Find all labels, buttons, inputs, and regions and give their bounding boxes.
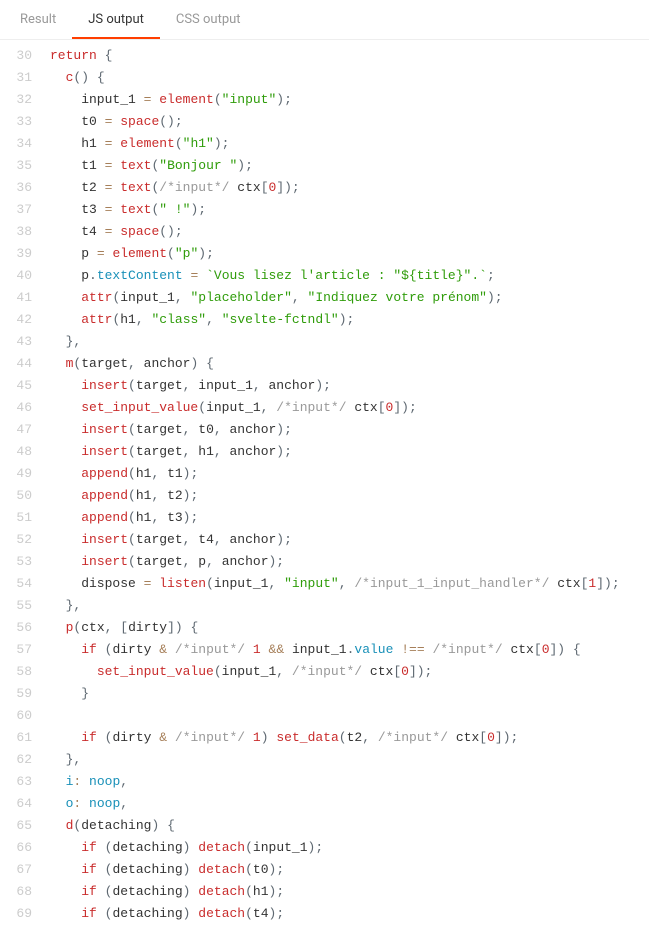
- tab-css-output[interactable]: CSS output: [160, 0, 257, 39]
- line-number: 36: [0, 177, 32, 199]
- code-editor[interactable]: 3031323334353637383940414243444546474849…: [0, 40, 649, 925]
- code-line[interactable]: p.textContent = `Vous lisez l'article : …: [50, 265, 649, 287]
- code-line[interactable]: append(h1, t3);: [50, 507, 649, 529]
- code-line[interactable]: p(ctx, [dirty]) {: [50, 617, 649, 639]
- code-line[interactable]: insert(target, p, anchor);: [50, 551, 649, 573]
- code-line[interactable]: t4 = space();: [50, 221, 649, 243]
- line-number: 65: [0, 815, 32, 837]
- code-line[interactable]: c() {: [50, 67, 649, 89]
- code-line[interactable]: attr(input_1, "placeholder", "Indiquez v…: [50, 287, 649, 309]
- code-line[interactable]: },: [50, 749, 649, 771]
- code-line[interactable]: append(h1, t2);: [50, 485, 649, 507]
- line-number: 55: [0, 595, 32, 617]
- line-number: 42: [0, 309, 32, 331]
- code-line[interactable]: if (dirty & /*input*/ 1) set_data(t2, /*…: [50, 727, 649, 749]
- code-line[interactable]: insert(target, input_1, anchor);: [50, 375, 649, 397]
- line-number: 66: [0, 837, 32, 859]
- code-line[interactable]: set_input_value(input_1, /*input*/ ctx[0…: [50, 397, 649, 419]
- line-number: 56: [0, 617, 32, 639]
- code-line[interactable]: o: noop,: [50, 793, 649, 815]
- line-number: 47: [0, 419, 32, 441]
- line-number: 40: [0, 265, 32, 287]
- code-line[interactable]: if (detaching) detach(t0);: [50, 859, 649, 881]
- code-line[interactable]: insert(target, h1, anchor);: [50, 441, 649, 463]
- code-line[interactable]: insert(target, t4, anchor);: [50, 529, 649, 551]
- code-line[interactable]: h1 = element("h1");: [50, 133, 649, 155]
- code-line[interactable]: t0 = space();: [50, 111, 649, 133]
- line-number: 67: [0, 859, 32, 881]
- code-content[interactable]: return { c() { input_1 = element("input"…: [50, 45, 649, 925]
- line-number: 60: [0, 705, 32, 727]
- tab-js-output[interactable]: JS output: [72, 0, 160, 39]
- line-number: 64: [0, 793, 32, 815]
- line-number: 48: [0, 441, 32, 463]
- line-number: 32: [0, 89, 32, 111]
- line-number: 63: [0, 771, 32, 793]
- line-number: 50: [0, 485, 32, 507]
- line-number: 51: [0, 507, 32, 529]
- code-line[interactable]: d(detaching) {: [50, 815, 649, 837]
- code-line[interactable]: },: [50, 595, 649, 617]
- code-line[interactable]: i: noop,: [50, 771, 649, 793]
- line-number: 35: [0, 155, 32, 177]
- code-line[interactable]: attr(h1, "class", "svelte-fctndl");: [50, 309, 649, 331]
- line-number: 44: [0, 353, 32, 375]
- line-number: 57: [0, 639, 32, 661]
- line-number: 34: [0, 133, 32, 155]
- line-number: 39: [0, 243, 32, 265]
- code-line[interactable]: input_1 = element("input");: [50, 89, 649, 111]
- output-tabs: Result JS output CSS output: [0, 0, 649, 40]
- line-number: 45: [0, 375, 32, 397]
- line-number: 30: [0, 45, 32, 67]
- code-line[interactable]: append(h1, t1);: [50, 463, 649, 485]
- code-line[interactable]: if (detaching) detach(input_1);: [50, 837, 649, 859]
- line-number: 53: [0, 551, 32, 573]
- line-number: 61: [0, 727, 32, 749]
- code-line[interactable]: t1 = text("Bonjour ");: [50, 155, 649, 177]
- code-line[interactable]: },: [50, 331, 649, 353]
- code-line[interactable]: if (detaching) detach(h1);: [50, 881, 649, 903]
- code-line[interactable]: insert(target, t0, anchor);: [50, 419, 649, 441]
- line-number: 59: [0, 683, 32, 705]
- line-number: 38: [0, 221, 32, 243]
- tab-result[interactable]: Result: [4, 0, 72, 39]
- code-line[interactable]: set_input_value(input_1, /*input*/ ctx[0…: [50, 661, 649, 683]
- line-gutter: 3031323334353637383940414243444546474849…: [0, 45, 50, 925]
- code-line[interactable]: t2 = text(/*input*/ ctx[0]);: [50, 177, 649, 199]
- line-number: 54: [0, 573, 32, 595]
- code-line[interactable]: t3 = text(" !");: [50, 199, 649, 221]
- line-number: 49: [0, 463, 32, 485]
- line-number: 68: [0, 881, 32, 903]
- code-line[interactable]: p = element("p");: [50, 243, 649, 265]
- line-number: 33: [0, 111, 32, 133]
- line-number: 52: [0, 529, 32, 551]
- line-number: 43: [0, 331, 32, 353]
- line-number: 62: [0, 749, 32, 771]
- line-number: 37: [0, 199, 32, 221]
- code-line[interactable]: if (dirty & /*input*/ 1 && input_1.value…: [50, 639, 649, 661]
- code-line[interactable]: m(target, anchor) {: [50, 353, 649, 375]
- line-number: 41: [0, 287, 32, 309]
- code-line[interactable]: [50, 705, 649, 727]
- code-line[interactable]: dispose = listen(input_1, "input", /*inp…: [50, 573, 649, 595]
- line-number: 46: [0, 397, 32, 419]
- line-number: 58: [0, 661, 32, 683]
- code-line[interactable]: }: [50, 683, 649, 705]
- line-number: 31: [0, 67, 32, 89]
- code-line[interactable]: return {: [50, 45, 649, 67]
